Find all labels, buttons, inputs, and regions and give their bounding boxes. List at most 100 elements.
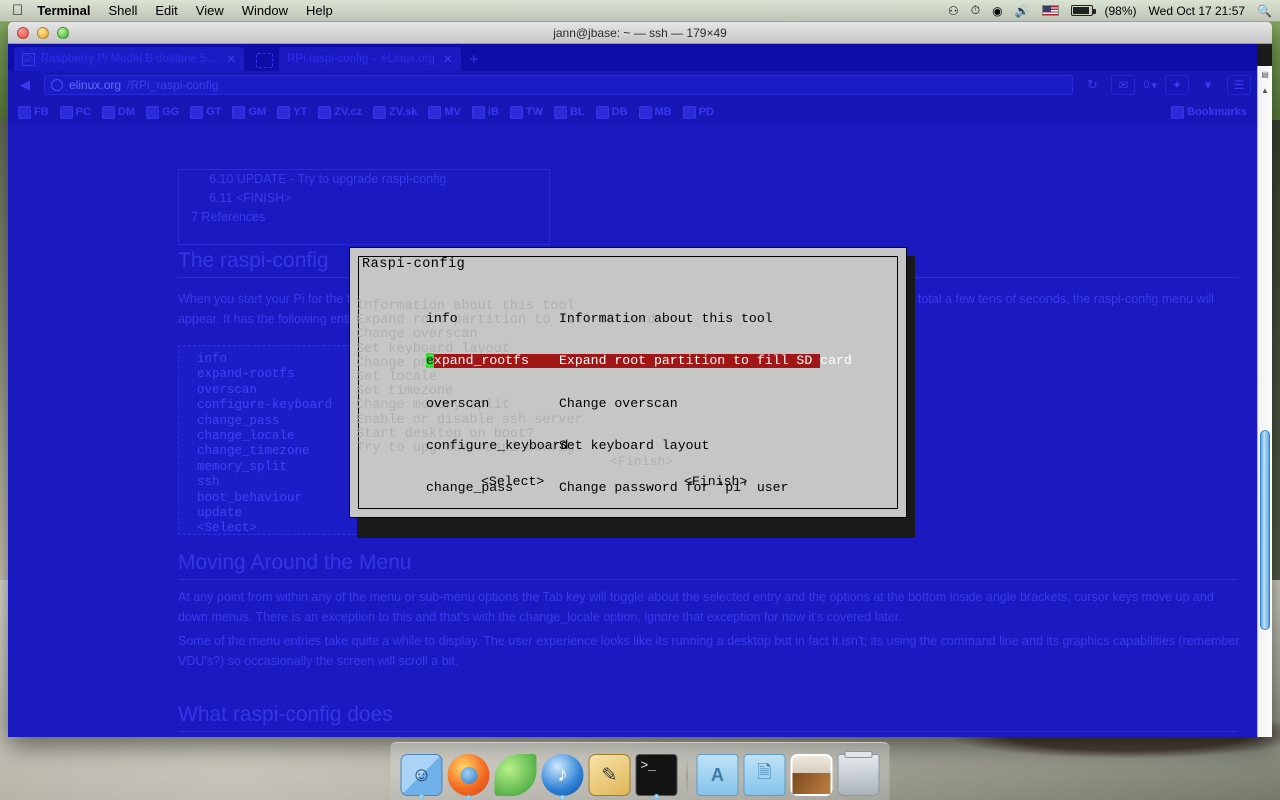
- bookmark-gm[interactable]: GM: [228, 104, 270, 121]
- dock-item-preview[interactable]: [588, 754, 631, 796]
- menu-item-desc: Set keyboard layout: [559, 437, 710, 453]
- terminal-scrollbar[interactable]: ▤ ▲: [1257, 66, 1272, 737]
- bookmark-mb[interactable]: MB: [635, 104, 676, 121]
- bookmark-pd[interactable]: PD: [679, 104, 718, 121]
- chevron-down-icon[interactable]: ▾: [1151, 79, 1157, 92]
- bookmark-bl[interactable]: BL: [550, 104, 589, 121]
- ibod-icon: [471, 105, 485, 119]
- dock-item-finder[interactable]: [400, 754, 443, 799]
- code-line: <Select>: [197, 521, 258, 536]
- browser-navigation-bar: ◀ elinux.org/RPi_raspi-config ↻ ✉ 0 ▾ ✦ …: [8, 71, 1257, 99]
- page-paragraph-entries: Some of the menu entries take quite a wh…: [178, 634, 1240, 668]
- scrollbar-thumb[interactable]: [1260, 430, 1270, 630]
- browser-tab-1[interactable]: RPi raspi-config – eLinux.org ✕: [279, 47, 461, 71]
- menu-item-key-rest: xpand_rootfs: [433, 353, 529, 369]
- tab-close-icon[interactable]: ✕: [443, 52, 453, 66]
- address-bar[interactable]: elinux.org/RPi_raspi-config: [44, 75, 1074, 95]
- toc-entry[interactable]: 7 References: [179, 208, 549, 227]
- reload-icon[interactable]: ↻: [1081, 75, 1103, 95]
- volume-icon[interactable]: 🔊: [1015, 4, 1030, 18]
- bookmark-label: GG: [162, 106, 180, 118]
- browser-tab-0[interactable]: PC NET Raspberry Pi Model B dostane 5… ✕: [14, 47, 245, 71]
- dock-item-sparrow[interactable]: [494, 754, 537, 796]
- menu-item-help[interactable]: Help: [306, 3, 333, 18]
- dock-separator: [686, 756, 688, 796]
- dock-item-documents[interactable]: [743, 754, 786, 796]
- menu-item-key: info: [426, 311, 458, 327]
- menu-item-window[interactable]: Window: [242, 3, 288, 18]
- dock-item-trash[interactable]: [837, 751, 880, 796]
- menu-bar-clock[interactable]: Wed Oct 17 21:57: [1149, 4, 1246, 18]
- extension-icon[interactable]: ✦: [1165, 75, 1189, 95]
- menu-item-view[interactable]: View: [196, 3, 224, 18]
- spotlight-search-icon[interactable]: 🔍: [1257, 4, 1272, 18]
- menu-item-key: configure_keyboard: [426, 437, 569, 453]
- menu-item-info[interactable]: info Information about this tool: [426, 312, 896, 326]
- code-line: info: [197, 352, 228, 366]
- terminal-titlebar[interactable]: jann@jbase: ~ — ssh — 179×49: [8, 22, 1272, 44]
- dialog-title: Raspi-config: [362, 257, 466, 272]
- dock-item-terminal[interactable]: >_: [635, 754, 678, 799]
- bookmark-gt[interactable]: GT: [186, 104, 225, 121]
- select-button[interactable]: <Select>: [481, 474, 544, 489]
- bookmark-ib[interactable]: iB: [468, 104, 503, 121]
- scrollbar-menu-icon[interactable]: ▤: [1258, 66, 1272, 82]
- menu-item-overscan[interactable]: overscan Change overscan: [426, 396, 896, 411]
- menu-item-shell[interactable]: Shell: [108, 3, 137, 18]
- bookmark-dm[interactable]: DM: [98, 104, 139, 121]
- bookmark-fb[interactable]: FB: [14, 104, 53, 121]
- code-line: expand-rootfs: [197, 367, 295, 382]
- us-flag-icon[interactable]: [1041, 5, 1059, 16]
- dock-item-photo[interactable]: [790, 754, 833, 796]
- gmail-unread-count: 0: [1143, 79, 1150, 91]
- ghost-line: Set locale: [356, 370, 438, 386]
- bookmark-mv[interactable]: MV: [424, 104, 465, 121]
- battery-icon[interactable]: [1070, 5, 1096, 16]
- battery-percent-label: (98%): [1104, 3, 1137, 18]
- menu-icon[interactable]: ☰: [1227, 75, 1251, 95]
- gmail-icon: [232, 105, 246, 119]
- bookmark-label: DM: [117, 106, 136, 118]
- tab-close-icon[interactable]: ✕: [226, 52, 236, 66]
- apple-menu-icon[interactable]: : [12, 3, 23, 18]
- page-heading-what-does: What raspi-config does: [178, 703, 1238, 732]
- bookmark-db[interactable]: DB: [592, 104, 632, 121]
- dock-item-firefox[interactable]: [447, 754, 490, 800]
- wifi-icon[interactable]: ◉: [992, 4, 1002, 18]
- bookmark-tw[interactable]: TW: [506, 104, 547, 121]
- gmail-icon[interactable]: ✉: [1111, 75, 1136, 95]
- bitly-icon: [553, 105, 567, 119]
- time-machine-icon[interactable]: ⏱: [971, 3, 980, 18]
- bookmark-label: MV: [444, 106, 461, 118]
- dropbox-icon[interactable]: ⚇: [948, 4, 959, 18]
- cursor-block: e: [426, 353, 434, 369]
- bookmark-yt[interactable]: YT: [273, 104, 311, 121]
- new-tab-button[interactable]: +: [461, 47, 487, 71]
- table-of-contents: 6.10 UPDATE - Try to upgrade raspi-confi…: [178, 169, 550, 245]
- finish-button[interactable]: <Finish>: [684, 474, 747, 489]
- code-line: boot_behaviour: [197, 490, 303, 505]
- bookmark-label: DB: [611, 106, 628, 118]
- back-arrow-icon[interactable]: ◀: [14, 75, 36, 95]
- menu-item-edit[interactable]: Edit: [155, 3, 177, 18]
- bookmark-label: MB: [654, 106, 672, 118]
- apple-icon: [638, 105, 652, 119]
- menu-item-terminal[interactable]: Terminal: [37, 3, 90, 18]
- extension-chevron-down-icon[interactable]: ▾: [1197, 75, 1219, 95]
- scrollbar-up-arrow-icon[interactable]: ▲: [1258, 82, 1272, 98]
- toc-entry[interactable]: 6.10 UPDATE - Try to upgrade raspi-confi…: [179, 170, 549, 189]
- bookmark-zvcz[interactable]: ZV.cz: [314, 104, 366, 121]
- dock-item-applications[interactable]: [696, 754, 739, 796]
- toc-entry[interactable]: 6.11 <FINISH>: [179, 189, 549, 208]
- gmail-unread-counter[interactable]: 0 ▾: [1143, 79, 1157, 92]
- bookmark-gg[interactable]: GG: [142, 104, 183, 121]
- url-host: elinux.org: [69, 78, 122, 92]
- dock-item-itunes[interactable]: [541, 754, 584, 800]
- bookmark-pc[interactable]: PC: [56, 104, 95, 121]
- bookmark-zvsk[interactable]: ZV.sk: [369, 104, 421, 121]
- menu-item-expand-rootfs[interactable]: expand_rootfs Expand root partition to fi…: [426, 353, 852, 369]
- menu-item-configure-keyboard[interactable]: configure_keyboardSet keyboard layout: [426, 437, 896, 453]
- bookmarks-bar: FB PC DM GG GT GM YT ZV.cz ZV.sk MV iB T…: [8, 99, 1257, 125]
- raspi-config-dialog[interactable]: Raspi-config Information about this tool…: [349, 247, 907, 518]
- bookmarks-menu-button[interactable]: Bookmarks: [1167, 104, 1251, 121]
